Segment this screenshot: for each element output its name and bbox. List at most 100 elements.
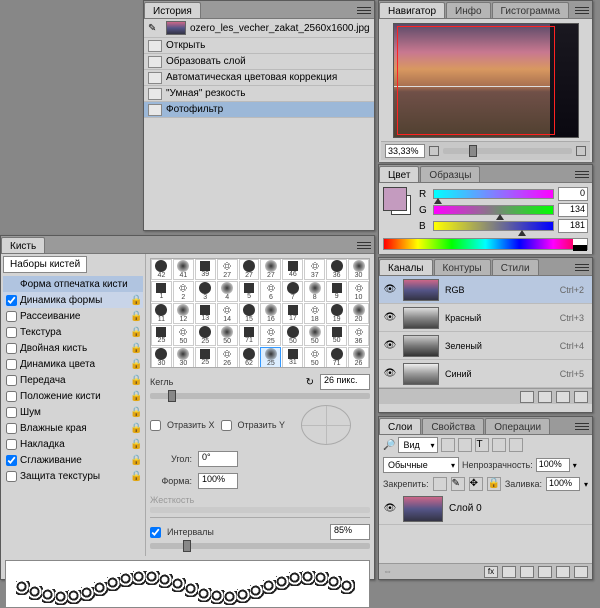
brush-tip-cell[interactable]: 50 xyxy=(173,325,194,346)
brush-tip-cell[interactable]: 30 xyxy=(151,347,172,368)
tab-channels[interactable]: Каналы xyxy=(379,259,433,275)
brush-option[interactable]: Положение кисти🔒 xyxy=(3,388,143,404)
brush-option-checkbox[interactable] xyxy=(6,455,17,466)
brush-tip-cell[interactable]: 39 xyxy=(195,259,216,280)
opacity-input[interactable]: 100% xyxy=(536,458,570,472)
brush-tip-grid[interactable]: 4241392727274637363012345678910111213141… xyxy=(150,258,370,368)
brush-tip-cell[interactable]: 62 xyxy=(239,347,260,368)
brush-presets-button[interactable]: Наборы кистей xyxy=(3,256,87,273)
brush-option[interactable]: Двойная кисть🔒 xyxy=(3,340,143,356)
brush-tip-cell[interactable]: 25 xyxy=(151,325,172,346)
brush-tip-cell[interactable]: 26 xyxy=(348,347,369,368)
brush-option[interactable]: Влажные края🔒 xyxy=(3,420,143,436)
brush-option[interactable]: Динамика цвета🔒 xyxy=(3,356,143,372)
slider-thumb[interactable] xyxy=(496,214,504,220)
navigator-preview[interactable] xyxy=(393,23,579,138)
brush-option[interactable]: Динамика формы🔒 xyxy=(3,292,143,308)
brush-tip-cell[interactable]: 20 xyxy=(348,303,369,324)
channel-row[interactable]: 👁 Красный Ctrl+3 xyxy=(379,304,592,332)
channel-row[interactable]: 👁 Зеленый Ctrl+4 xyxy=(379,332,592,360)
brush-option-checkbox[interactable] xyxy=(6,375,17,386)
lock-position-icon[interactable]: ✥ xyxy=(469,477,483,491)
panel-menu-icon[interactable] xyxy=(575,261,589,273)
brush-tip-cell[interactable]: 1 xyxy=(151,281,172,302)
brush-option[interactable]: Шум🔒 xyxy=(3,404,143,420)
delete-layer-icon[interactable] xyxy=(574,566,588,578)
brush-tip-cell[interactable]: 8 xyxy=(304,281,325,302)
brush-tip-cell[interactable]: 27 xyxy=(239,259,260,280)
brush-option[interactable]: Форма отпечатка кисти xyxy=(3,276,143,292)
blend-mode-dropdown[interactable]: Обычные xyxy=(383,457,459,473)
color-slider-B[interactable] xyxy=(433,221,554,231)
history-step[interactable]: Образовать слой xyxy=(144,54,374,70)
tab-color[interactable]: Цвет xyxy=(379,166,419,182)
brush-option[interactable]: Текстура🔒 xyxy=(3,324,143,340)
tab-paths[interactable]: Контуры xyxy=(434,259,491,275)
brush-tip-cell[interactable]: 30 xyxy=(173,347,194,368)
brush-tip-cell[interactable]: 30 xyxy=(348,259,369,280)
new-channel-icon[interactable] xyxy=(556,391,570,403)
brush-option-checkbox[interactable] xyxy=(6,391,17,402)
brush-tip-cell[interactable]: 2 xyxy=(173,281,194,302)
visibility-eye-icon[interactable]: 👁 xyxy=(383,502,397,516)
spacing-slider[interactable] xyxy=(150,543,370,549)
brush-tip-cell[interactable]: 50 xyxy=(217,325,238,346)
brush-tip-cell[interactable]: 11 xyxy=(151,303,172,324)
brush-tip-cell[interactable]: 25 xyxy=(260,325,281,346)
brush-tip-cell[interactable]: 18 xyxy=(304,303,325,324)
spacing-slider-thumb[interactable] xyxy=(183,540,191,552)
brush-tip-cell[interactable]: 31 xyxy=(282,347,303,368)
adjustment-icon[interactable] xyxy=(520,566,534,578)
brush-size-input[interactable]: 26 пикс. xyxy=(320,374,370,390)
channel-row[interactable]: 👁 Синий Ctrl+5 xyxy=(379,360,592,388)
lock-pixels-icon[interactable]: ✎ xyxy=(451,477,465,491)
layer-name[interactable]: Слой 0 xyxy=(449,503,482,514)
new-layer-icon[interactable] xyxy=(556,566,570,578)
color-chip-group[interactable] xyxy=(383,187,413,217)
lock-all-icon[interactable]: 🔒 xyxy=(487,477,501,491)
tab-actions[interactable]: Операции xyxy=(485,418,550,434)
visibility-eye-icon[interactable]: 👁 xyxy=(383,367,397,381)
panel-menu-icon[interactable] xyxy=(357,239,371,251)
brush-tip-cell[interactable]: 41 xyxy=(173,259,194,280)
color-spectrum[interactable] xyxy=(383,238,588,250)
brush-option-checkbox[interactable] xyxy=(6,311,17,322)
tab-histogram[interactable]: Гистограмма xyxy=(492,2,570,18)
tab-layers[interactable]: Слои xyxy=(379,418,421,434)
brush-tip-cell[interactable]: 15 xyxy=(239,303,260,324)
brush-tip-cell[interactable]: 3 xyxy=(195,281,216,302)
brush-tip-cell[interactable]: 5 xyxy=(239,281,260,302)
color-slider-R[interactable] xyxy=(433,189,554,199)
brush-tip-cell[interactable]: 16 xyxy=(260,303,281,324)
brush-tip-cell[interactable]: 50 xyxy=(304,325,325,346)
flip-y-checkbox[interactable] xyxy=(221,420,232,431)
brush-option[interactable]: Защита текстуры🔒 xyxy=(3,468,143,484)
brush-tip-cell[interactable]: 10 xyxy=(348,281,369,302)
mask-icon[interactable] xyxy=(502,566,516,578)
brush-tip-cell[interactable]: 9 xyxy=(326,281,347,302)
brush-option[interactable]: Накладка🔒 xyxy=(3,436,143,452)
brush-tip-cell[interactable]: 4 xyxy=(217,281,238,302)
brush-option[interactable]: Передача🔒 xyxy=(3,372,143,388)
group-icon[interactable] xyxy=(538,566,552,578)
brush-tip-cell[interactable]: 19 xyxy=(326,303,347,324)
history-tab[interactable]: История xyxy=(144,2,201,18)
angle-input[interactable]: 0° xyxy=(198,451,238,467)
filter-type-icon[interactable]: T xyxy=(475,438,489,452)
tab-brush[interactable]: Кисть xyxy=(1,237,45,253)
brush-tip-cell[interactable]: 36 xyxy=(348,325,369,346)
brush-option-checkbox[interactable] xyxy=(6,295,17,306)
color-slider-G[interactable] xyxy=(433,205,554,215)
brush-option-checkbox[interactable] xyxy=(6,423,17,434)
lock-transparent-icon[interactable] xyxy=(433,477,447,491)
visibility-eye-icon[interactable]: 👁 xyxy=(383,339,397,353)
tab-swatches[interactable]: Образцы xyxy=(420,166,480,182)
slider-thumb[interactable] xyxy=(518,230,526,236)
brush-tip-cell[interactable]: 46 xyxy=(282,259,303,280)
tab-styles[interactable]: Стили xyxy=(492,259,539,275)
brush-tip-cell[interactable]: 26 xyxy=(217,347,238,368)
brush-option[interactable]: Рассеивание🔒 xyxy=(3,308,143,324)
delete-channel-icon[interactable] xyxy=(574,391,588,403)
save-selection-icon[interactable] xyxy=(538,391,552,403)
brush-tip-cell[interactable]: 13 xyxy=(195,303,216,324)
